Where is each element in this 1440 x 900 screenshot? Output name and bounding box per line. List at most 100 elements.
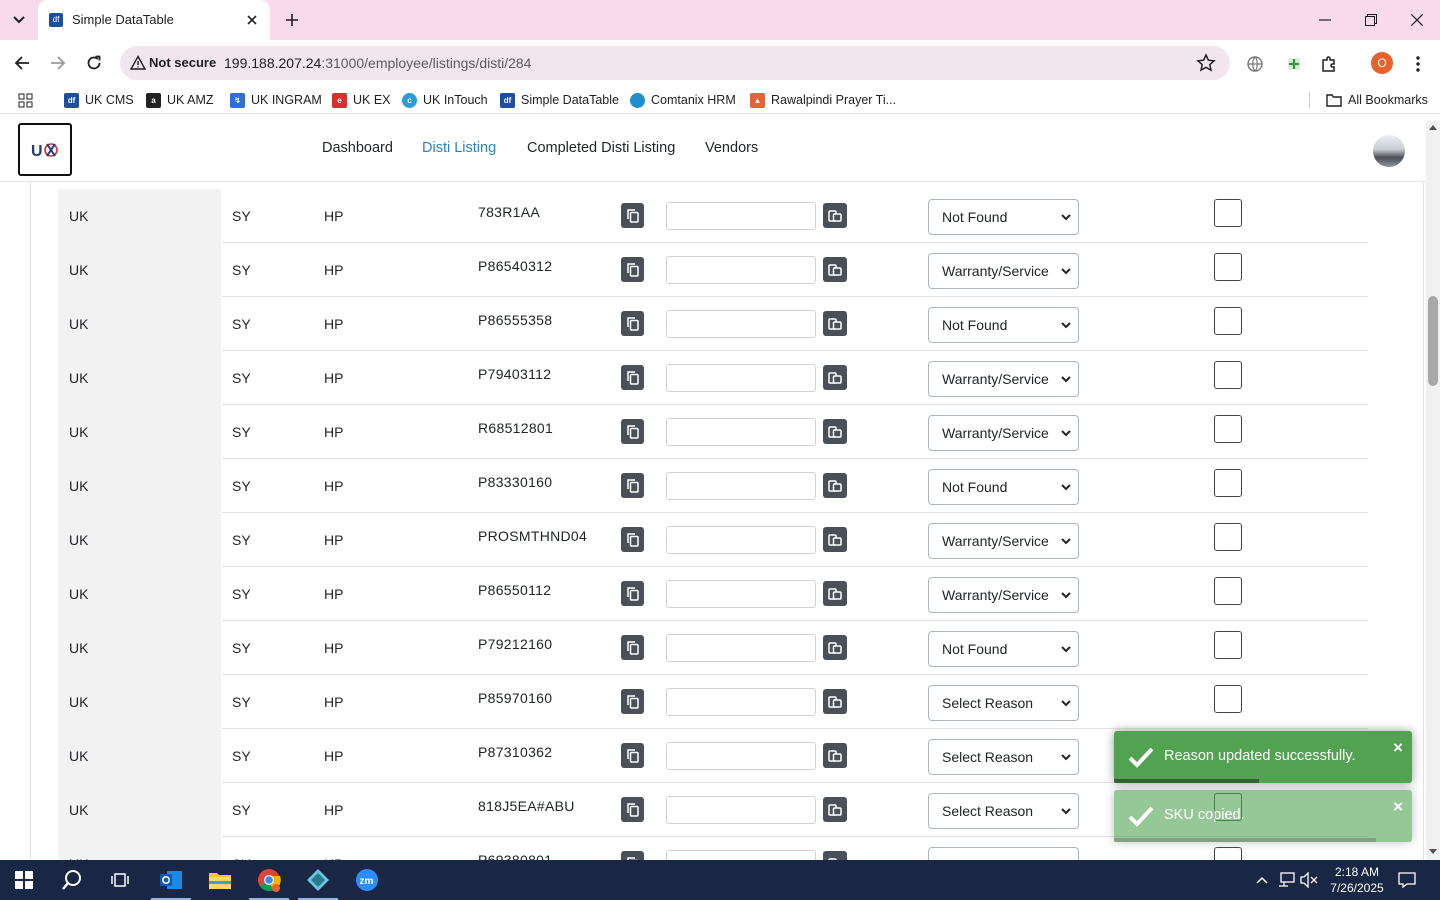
copy-sku-button[interactable]: [621, 635, 644, 660]
taskbar-clock[interactable]: 2:18 AM 7/26/2025: [1320, 864, 1394, 896]
url-text[interactable]: 199.188.207.24:31000/employee/listings/d…: [224, 55, 531, 71]
paste-button[interactable]: [823, 419, 847, 444]
reason-select[interactable]: Select Reason: [928, 739, 1079, 775]
forward-button[interactable]: [44, 49, 72, 77]
row-checkbox[interactable]: [1214, 847, 1242, 860]
reason-select[interactable]: Not Found: [928, 199, 1079, 235]
nav-completed-disti-listing[interactable]: Completed Disti Listing: [527, 140, 675, 156]
reason-select[interactable]: Warranty/Service: [928, 253, 1079, 289]
apps-button[interactable]: [18, 91, 33, 109]
copy-sku-button[interactable]: [621, 851, 644, 860]
bookmark-uk-amz[interactable]: a UK AMZ: [146, 91, 214, 109]
paste-button[interactable]: [823, 851, 847, 860]
reason-select[interactable]: Warranty/Service: [928, 577, 1079, 613]
taskbar-chrome[interactable]: [245, 860, 293, 900]
row-checkbox[interactable]: [1214, 577, 1242, 605]
new-tab-button[interactable]: [280, 8, 304, 32]
uk-logo[interactable]: U: [18, 123, 72, 176]
reload-button[interactable]: [80, 49, 108, 77]
toast-close-button[interactable]: ×: [1393, 738, 1403, 758]
row-checkbox[interactable]: [1214, 469, 1242, 497]
copy-sku-button[interactable]: [621, 473, 644, 498]
reason-select[interactable]: Warranty/Service: [928, 415, 1079, 451]
copy-sku-button[interactable]: [621, 311, 644, 336]
translate-extension-button[interactable]: [1244, 53, 1266, 75]
reason-select[interactable]: Select Reason: [928, 793, 1079, 829]
value-input[interactable]: [666, 364, 816, 392]
task-view-button[interactable]: [96, 860, 144, 900]
copy-sku-button[interactable]: [621, 419, 644, 444]
paste-button[interactable]: [823, 797, 847, 822]
copy-sku-button[interactable]: [621, 257, 644, 282]
copy-sku-button[interactable]: [621, 689, 644, 714]
volume-button[interactable]: [1299, 870, 1319, 890]
value-input[interactable]: [666, 310, 816, 338]
bookmark-uk-cms[interactable]: df UK CMS: [64, 91, 134, 109]
paste-button[interactable]: [823, 527, 847, 552]
scroll-thumb[interactable]: [1428, 296, 1438, 386]
nav-dashboard[interactable]: Dashboard: [322, 140, 393, 156]
paste-button[interactable]: [823, 743, 847, 768]
scroll-up-arrow-icon[interactable]: [1429, 125, 1437, 130]
row-checkbox[interactable]: [1214, 523, 1242, 551]
bookmark-comtanix-hrm[interactable]: Comtanix HRM: [630, 91, 736, 109]
paste-button[interactable]: [823, 581, 847, 606]
taskbar-file-explorer[interactable]: [196, 860, 244, 900]
back-button[interactable]: [8, 49, 36, 77]
paste-button[interactable]: [823, 203, 847, 228]
extensions-menu-button[interactable]: [1318, 53, 1340, 75]
toast-close-button[interactable]: ×: [1393, 797, 1403, 817]
row-checkbox[interactable]: [1214, 199, 1242, 227]
paste-button[interactable]: [823, 473, 847, 498]
reason-select[interactable]: Select Reason: [928, 847, 1079, 860]
user-avatar[interactable]: [1373, 135, 1405, 167]
taskbar-zoom[interactable]: zm: [343, 860, 391, 900]
copy-sku-button[interactable]: [621, 743, 644, 768]
value-input[interactable]: [666, 526, 816, 554]
security-label[interactable]: Not secure: [149, 55, 216, 70]
row-checkbox[interactable]: [1214, 307, 1242, 335]
browser-menu-button[interactable]: [1407, 53, 1429, 75]
nav-disti-listing[interactable]: Disti Listing: [422, 140, 496, 156]
restore-button[interactable]: [1348, 0, 1394, 40]
value-input[interactable]: [666, 202, 816, 230]
paste-button[interactable]: [823, 311, 847, 336]
value-input[interactable]: [666, 256, 816, 284]
reason-select[interactable]: Warranty/Service: [928, 361, 1079, 397]
row-checkbox[interactable]: [1214, 631, 1242, 659]
bookmark-uk-ex[interactable]: e UK EX: [332, 91, 391, 109]
value-input[interactable]: [666, 796, 816, 824]
tray-overflow-button[interactable]: [1252, 870, 1272, 890]
value-input[interactable]: [666, 472, 816, 500]
tab-close-button[interactable]: [242, 10, 262, 30]
value-input[interactable]: [666, 418, 816, 446]
star-icon[interactable]: [1196, 53, 1216, 73]
taskbar-app-diamond[interactable]: [294, 860, 342, 900]
bookmark-simple-datatable[interactable]: df Simple DataTable: [500, 91, 619, 109]
all-bookmarks-button[interactable]: All Bookmarks: [1326, 91, 1428, 109]
copy-sku-button[interactable]: [621, 365, 644, 390]
value-input[interactable]: [666, 850, 816, 860]
copy-sku-button[interactable]: [621, 797, 644, 822]
search-button[interactable]: [48, 860, 96, 900]
profile-avatar[interactable]: O: [1371, 52, 1393, 74]
browser-tab-active[interactable]: df Simple DataTable: [38, 0, 270, 40]
reason-select[interactable]: Not Found: [928, 307, 1079, 343]
nav-vendors[interactable]: Vendors: [705, 140, 758, 156]
paste-button[interactable]: [823, 257, 847, 282]
scroll-down-arrow-icon[interactable]: [1429, 849, 1437, 854]
extension-button[interactable]: [1283, 53, 1305, 75]
minimize-button[interactable]: [1302, 0, 1348, 40]
paste-button[interactable]: [823, 365, 847, 390]
row-checkbox[interactable]: [1214, 415, 1242, 443]
row-checkbox[interactable]: [1214, 685, 1242, 713]
row-checkbox[interactable]: [1214, 253, 1242, 281]
value-input[interactable]: [666, 634, 816, 662]
taskbar-outlook[interactable]: [147, 860, 195, 900]
row-checkbox[interactable]: [1214, 361, 1242, 389]
notifications-button[interactable]: [1397, 870, 1417, 890]
copy-sku-button[interactable]: [621, 581, 644, 606]
copy-sku-button[interactable]: [621, 527, 644, 552]
network-button[interactable]: [1277, 870, 1297, 890]
reason-select[interactable]: Warranty/Service: [928, 523, 1079, 559]
